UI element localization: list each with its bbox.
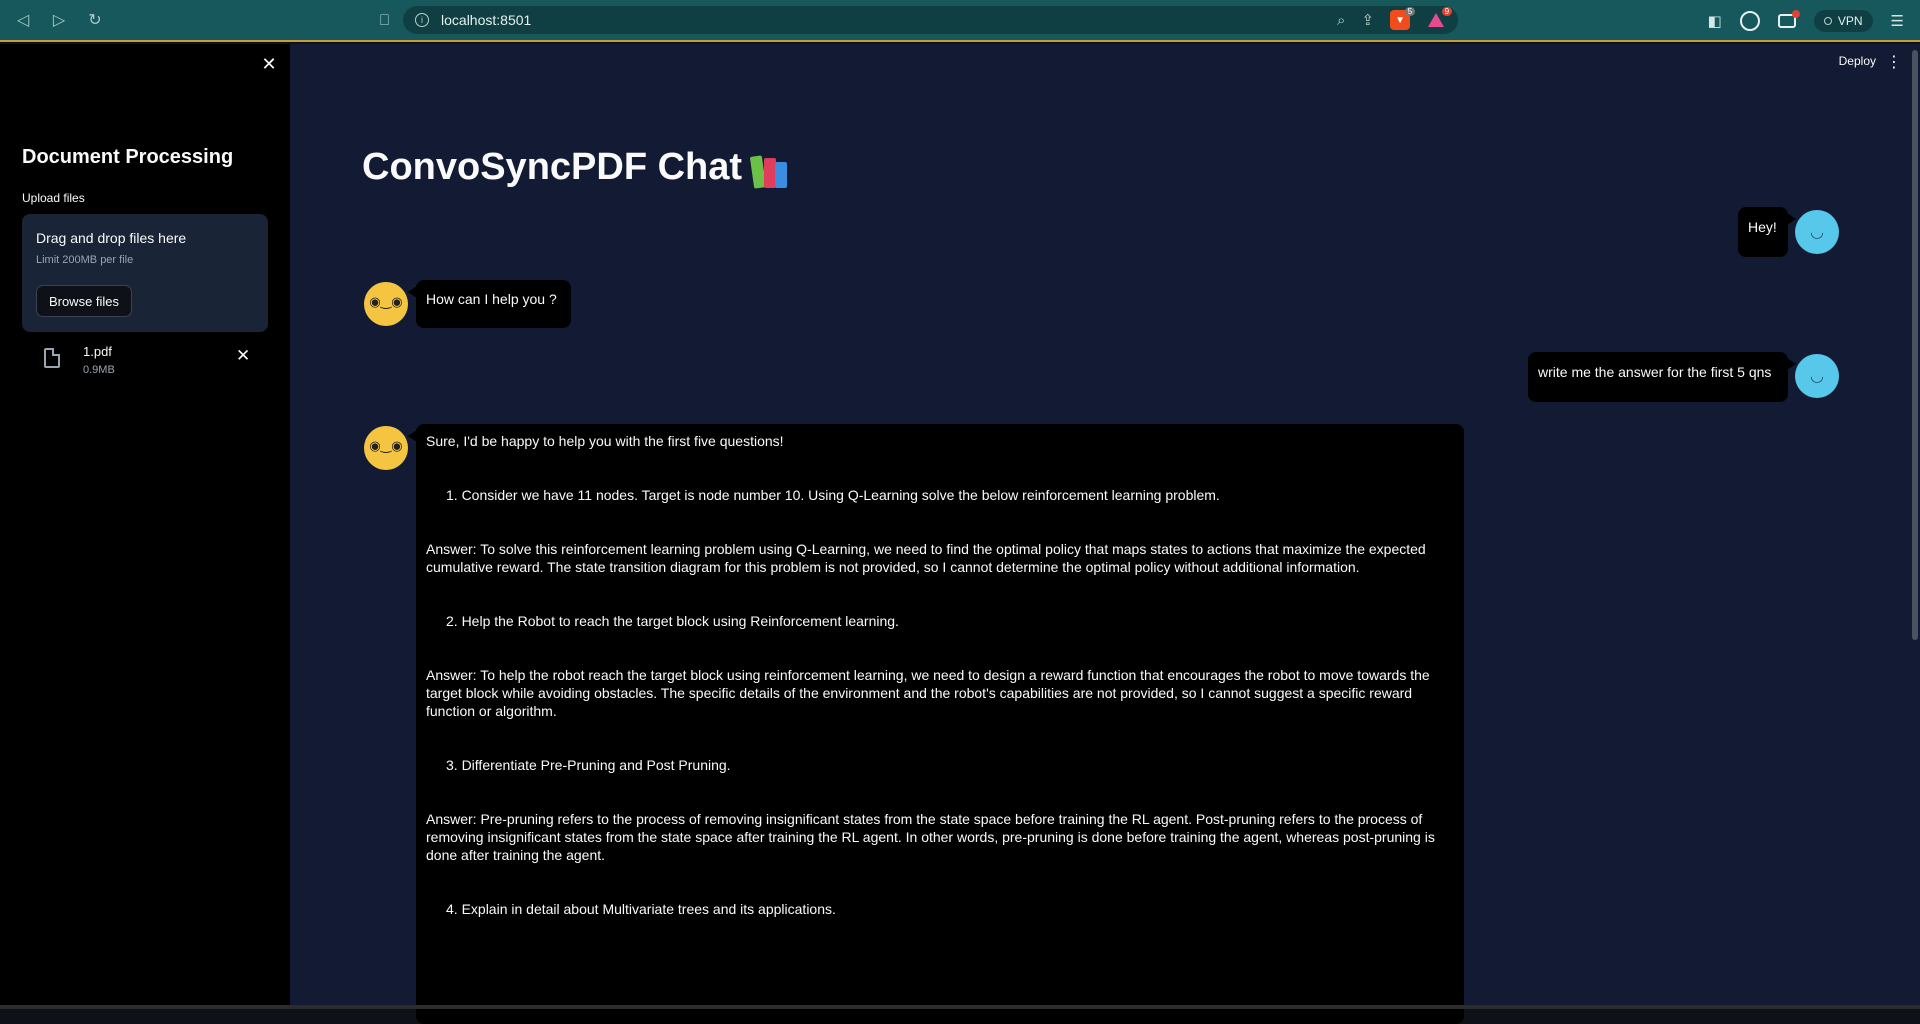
main-menu-icon[interactable]: ⋮ (1886, 52, 1902, 72)
assistant-message: How can I help you ? (408, 280, 571, 328)
scrollbar[interactable] (1912, 50, 1918, 640)
page-title: ConvoSyncPDF Chat (362, 146, 790, 189)
message-text: How can I help you ? (426, 291, 557, 307)
brave-shields-badge: 5 (1404, 7, 1416, 16)
vpn-label: VPN (1837, 14, 1863, 28)
file-dropzone[interactable]: Drag and drop files here Limit 200MB per… (22, 214, 268, 332)
assistant-message: Sure, I'd be happy to help you with the … (408, 424, 1464, 1024)
answer-item: Answer: To solve this reinforcement lear… (426, 541, 1426, 575)
browse-files-button[interactable]: Browse files (36, 285, 132, 317)
forward-icon[interactable]: ▷ (50, 10, 68, 30)
main-content: Deploy ⋮ ConvoSyncPDF Chat Hey! How can … (290, 44, 1920, 1024)
dropzone-limit: Limit 200MB per file (36, 254, 134, 266)
message-text: write me the answer for the first 5 qns (1538, 364, 1772, 380)
address-bar[interactable]: i localhost:8501 ⌕ ⇪ ▼ 5 9 (403, 6, 1459, 34)
message-intro: Sure, I'd be happy to help you with the … (426, 433, 784, 449)
leo-ai-icon[interactable] (1739, 11, 1760, 31)
uploaded-file-item: 1.pdf 0.9MB ✕ (22, 344, 268, 384)
reload-icon[interactable]: ↻ (86, 10, 104, 30)
answer-item: Answer: To help the robot reach the targ… (426, 667, 1430, 719)
user-avatar-icon (1795, 354, 1839, 398)
bot-avatar-icon (364, 282, 408, 326)
site-info-icon[interactable]: i (415, 13, 430, 27)
sidebar-close-icon[interactable]: ✕ (260, 54, 278, 75)
deploy-button[interactable]: Deploy (1839, 54, 1876, 68)
file-name: 1.pdf (83, 344, 112, 359)
share-icon[interactable]: ⇪ (1361, 11, 1374, 29)
answer-item: Answer: Pre-pruning refers to the proces… (426, 811, 1435, 863)
brave-shields-icon[interactable]: ▼ 5 (1390, 7, 1416, 30)
browser-toolbar: ◁ ▷ ↻ ⎕ i localhost:8501 ⌕ ⇪ ▼ 5 9 ◧ VPN … (0, 0, 1920, 42)
bookmark-icon[interactable]: ⎕ (380, 12, 389, 29)
sidebar-title: Document Processing (22, 146, 234, 168)
back-icon[interactable]: ◁ (14, 10, 32, 30)
books-icon (749, 148, 790, 189)
sidebar-toggle-icon[interactable]: ◧ (1708, 12, 1722, 30)
file-size: 0.9MB (83, 364, 115, 376)
window-bottom-edge (0, 1005, 1920, 1009)
message-text: Hey! (1748, 219, 1777, 235)
url-text[interactable]: localhost:8501 (441, 12, 1337, 28)
bot-avatar-icon (364, 426, 408, 470)
browser-menu-icon[interactable]: ☰ (1891, 12, 1904, 30)
page-title-text: ConvoSyncPDF Chat (362, 146, 743, 188)
user-message: Hey! (1738, 207, 1796, 257)
vpn-status-icon (1823, 17, 1832, 25)
question-item: 2. Help the Robot to reach the target bl… (446, 613, 899, 629)
file-icon (44, 348, 60, 368)
nav-controls: ◁ ▷ ↻ (0, 10, 380, 30)
question-item: 1. Consider we have 11 nodes. Target is … (446, 487, 1220, 503)
sidebar: ✕ Document Processing Upload files Drag … (0, 44, 290, 1009)
wallet-icon[interactable] (1777, 10, 1800, 28)
brave-rewards-icon[interactable]: 9 (1426, 7, 1453, 29)
question-item: 4. Explain in detail about Multivariate … (446, 901, 836, 917)
remove-file-icon[interactable]: ✕ (236, 346, 250, 366)
vpn-button[interactable]: VPN (1813, 10, 1873, 32)
user-avatar-icon (1795, 210, 1839, 254)
zoom-icon[interactable]: ⌕ (1337, 12, 1345, 29)
question-item: 3. Differentiate Pre-Pruning and Post Pr… (446, 757, 731, 773)
user-message: write me the answer for the first 5 qns (1528, 352, 1796, 402)
upload-label: Upload files (22, 191, 85, 205)
dropzone-title: Drag and drop files here (36, 230, 187, 246)
rewards-badge: 9 (1441, 7, 1453, 16)
